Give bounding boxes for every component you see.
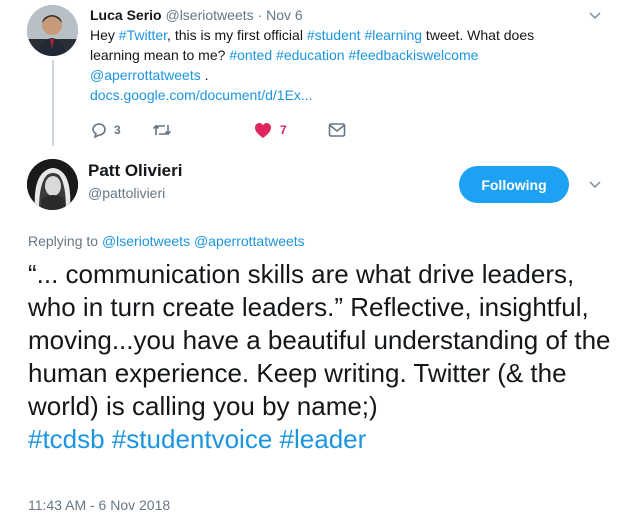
thread-line — [52, 60, 54, 146]
tweet-1-text: Hey #Twitter, this is my first official … — [90, 25, 560, 105]
hashtag-link[interactable]: #student — [307, 27, 361, 43]
tweet-2-text: “... communication skills are what drive… — [28, 258, 618, 456]
author-handle[interactable]: @lseriotweets — [165, 7, 253, 23]
following-button[interactable]: Following — [459, 166, 569, 203]
separator: · — [257, 7, 263, 23]
like-count: 7 — [280, 123, 287, 137]
replying-to: Replying to @lseriotweets @aperrottatwee… — [28, 232, 305, 250]
reply-icon[interactable] — [90, 121, 108, 139]
reply-count: 3 — [114, 123, 121, 137]
reply-action[interactable]: 3 — [90, 121, 152, 139]
hashtag-link[interactable]: #tcdsb — [28, 424, 105, 454]
message-action[interactable] — [328, 122, 346, 138]
text-segment: . — [200, 67, 209, 83]
mention-link[interactable]: @aperrottatweets — [90, 67, 201, 83]
heart-icon[interactable] — [254, 122, 272, 139]
tweet-1: Luca Serio @lseriotweets · Nov 6 Hey #Tw… — [90, 5, 560, 105]
url-link[interactable]: docs.google.com/document/d/1Ex... — [90, 87, 313, 103]
hashtag-link[interactable]: #feedbackiswelcome — [348, 47, 478, 63]
luca-serio-avatar[interactable] — [27, 5, 78, 56]
hashtag-link[interactable]: #learning — [364, 27, 422, 43]
chevron-down-icon[interactable] — [588, 177, 602, 191]
author-handle[interactable]: @pattolivieri — [88, 184, 165, 202]
hashtag-link[interactable]: #leader — [280, 424, 367, 454]
tweet-1-header: Luca Serio @lseriotweets · Nov 6 — [90, 5, 560, 25]
tweet-body: “... communication skills are what drive… — [28, 259, 611, 421]
hashtag-link[interactable]: #Twitter — [119, 27, 167, 43]
author-name[interactable]: Patt Olivieri — [88, 160, 182, 182]
hashtag-link[interactable]: #onted — [229, 47, 272, 63]
text-segment: Hey — [90, 27, 119, 43]
tweet-date[interactable]: Nov 6 — [266, 7, 303, 23]
chevron-down-icon[interactable] — [588, 8, 602, 22]
mention-link[interactable]: @lseriotweets — [102, 233, 190, 249]
like-action[interactable]: 7 — [254, 122, 328, 139]
tweet-timestamp[interactable]: 11:43 AM - 6 Nov 2018 — [28, 496, 170, 514]
message-icon[interactable] — [328, 122, 346, 138]
retweet-icon[interactable] — [152, 121, 172, 139]
retweet-action[interactable] — [152, 121, 254, 139]
tweet-1-actions: 3 7 — [90, 120, 346, 140]
hashtag-link[interactable]: #education — [276, 47, 345, 63]
text-segment: , this is my first official — [167, 27, 307, 43]
replying-prefix: Replying to — [28, 233, 102, 249]
author-name[interactable]: Luca Serio — [90, 7, 162, 23]
hashtag-link[interactable]: #studentvoice — [112, 424, 272, 454]
mention-link[interactable]: @aperrottatweets — [194, 233, 305, 249]
patt-olivieri-avatar[interactable] — [27, 159, 78, 210]
